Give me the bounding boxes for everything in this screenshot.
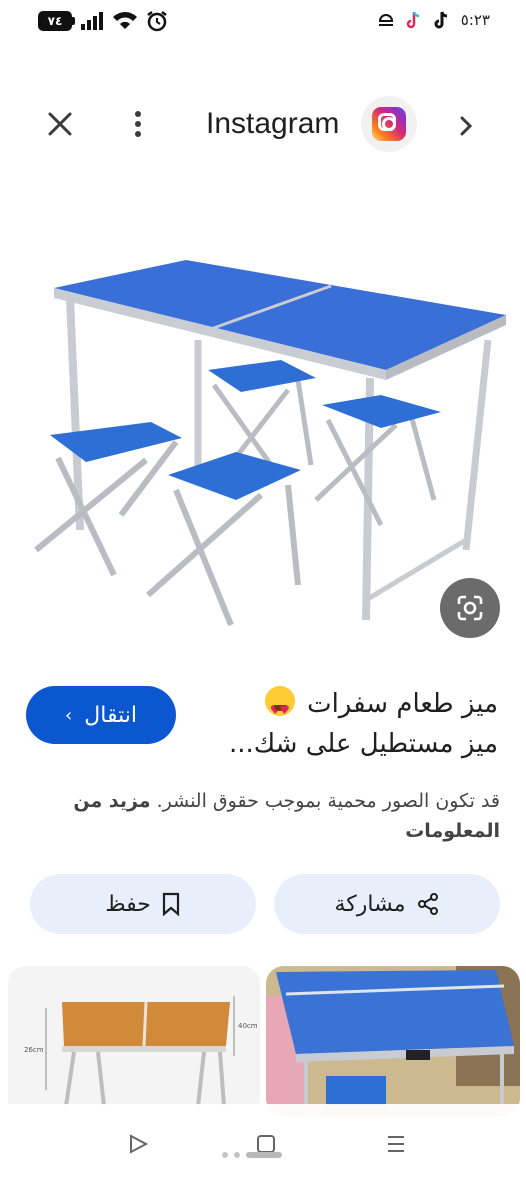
page-indicator <box>222 1152 282 1158</box>
save-label: حفظ <box>105 891 151 917</box>
close-icon <box>48 112 72 136</box>
chevron-right-icon <box>460 116 473 136</box>
result-title-line1: ميز طعام سفرات <box>208 684 498 730</box>
bookmark-icon <box>162 892 179 916</box>
page-title: Instagram <box>206 107 340 140</box>
close-button[interactable] <box>40 104 80 144</box>
status-left: ٧٤ <box>38 10 168 32</box>
signal-icon <box>81 12 103 30</box>
wifi-icon <box>113 12 137 29</box>
eject-icon <box>378 14 393 26</box>
source-title: Instagram <box>206 96 418 152</box>
result-title[interactable]: ميز طعام سفرات ميز مستطيل على شك... <box>208 684 498 764</box>
viewer-header: Instagram <box>0 88 526 158</box>
dimension-label: 26cm <box>24 1046 44 1054</box>
share-button[interactable]: مشاركة <box>274 874 500 934</box>
heart-eyes-emoji-icon <box>264 686 295 730</box>
stool <box>34 422 182 577</box>
lens-search-button[interactable] <box>440 578 500 638</box>
dimension-label: 40cm <box>238 1022 258 1030</box>
more-vert-icon <box>135 111 141 137</box>
nav-recents-button[interactable] <box>376 1126 416 1162</box>
source-avatar <box>361 96 418 152</box>
stool <box>314 395 441 527</box>
recents-icon <box>388 1136 404 1152</box>
wood-table-image: 26cm 40cm <box>24 996 258 1107</box>
stool <box>208 360 316 472</box>
stool <box>146 452 301 627</box>
back-triangle-icon <box>130 1134 149 1154</box>
more-options-button[interactable] <box>120 104 156 144</box>
tiktok-icon <box>434 11 447 29</box>
instagram-logo-icon <box>372 107 407 141</box>
related-image[interactable] <box>266 966 520 1116</box>
copyright-notice: قد تكون الصور محمية بموجب حقوق النشر. مز… <box>73 790 500 842</box>
alarm-icon <box>147 11 167 32</box>
next-button[interactable] <box>448 106 484 146</box>
result-title-line2: ميز مستطيل على شك... <box>228 729 498 759</box>
system-nav-bar <box>0 1104 526 1178</box>
related-image[interactable]: 26cm 40cm <box>8 966 260 1116</box>
nav-back-button[interactable] <box>118 1126 158 1162</box>
main-image[interactable] <box>26 230 506 630</box>
status-right: ٥:٢٣ <box>377 10 490 30</box>
blue-table-photo <box>266 966 520 1116</box>
share-icon <box>417 893 438 915</box>
lens-icon <box>457 595 483 621</box>
share-label: مشاركة <box>334 891 406 917</box>
battery-indicator: ٧٤ <box>38 11 75 31</box>
tiktok-icon <box>406 11 419 29</box>
visit-button[interactable]: انتقال › <box>26 686 176 744</box>
visit-label: انتقال <box>84 702 137 728</box>
save-button[interactable]: حفظ <box>30 874 256 934</box>
status-bar: ٧٤ ٥:٢٣ <box>0 0 526 46</box>
chevron-right-icon: › <box>65 704 73 726</box>
clock: ٥:٢٣ <box>460 11 490 29</box>
